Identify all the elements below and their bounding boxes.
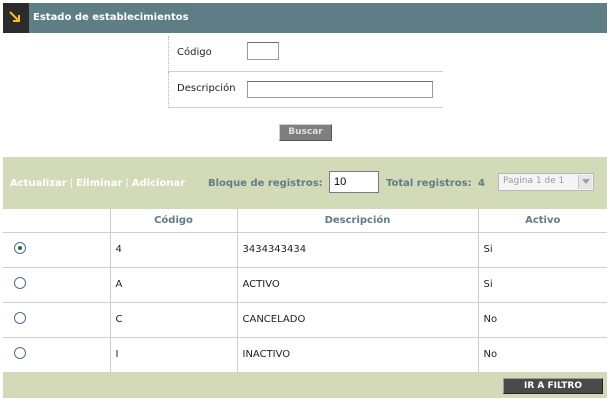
row-radio[interactable] xyxy=(14,312,26,324)
ir-a-filtro-button[interactable]: IR A FILTRO xyxy=(503,378,603,394)
row-select-cell xyxy=(3,267,111,303)
codigo-cell: I xyxy=(110,337,238,373)
descripcion-cell: ACTIVO xyxy=(237,267,479,303)
table-footer: IR A FILTRO xyxy=(3,372,607,398)
eliminar-link[interactable]: Eliminar xyxy=(76,178,122,189)
activo-cell: Si xyxy=(478,232,607,268)
activo-cell: Si xyxy=(478,267,607,303)
table-row[interactable]: A ACTIVO Si xyxy=(3,267,607,303)
pagina-select-value: Pagina 1 de 1 xyxy=(503,176,565,186)
activo-cell: No xyxy=(478,337,607,373)
page-header: Estado de establecimientos xyxy=(3,3,607,33)
bloque-input[interactable] xyxy=(329,171,379,193)
descripcion-cell: INACTIVO xyxy=(237,337,479,373)
table-row[interactable]: C CANCELADO No xyxy=(3,302,607,338)
descripcion-cell: CANCELADO xyxy=(237,302,479,338)
row-select-cell xyxy=(3,337,111,373)
descripcion-column-header: Descripción xyxy=(237,209,479,233)
codigo-cell: 4 xyxy=(110,232,238,268)
bloque-label: Bloque de registros: xyxy=(208,178,323,189)
codigo-cell: A xyxy=(110,267,238,303)
table-header-row: Código Descripción Activo xyxy=(3,209,607,233)
row-radio[interactable] xyxy=(14,242,26,254)
chevron-down-icon[interactable] xyxy=(578,175,592,189)
codigo-column-header: Código xyxy=(110,209,238,233)
activo-column-header: Activo xyxy=(478,209,607,233)
total-label: Total registros: xyxy=(386,178,472,189)
total-value: 4 xyxy=(478,178,485,189)
page-title: Estado de establecimientos xyxy=(33,12,189,23)
separator: | xyxy=(125,178,129,189)
descripcion-label: Descripción xyxy=(177,83,236,94)
filter-form: Código Descripción xyxy=(168,36,443,108)
records-toolbar: Actualizar | Eliminar | Adicionar Bloque de … xyxy=(3,157,607,209)
pagina-select[interactable]: Pagina 1 de 1 xyxy=(498,173,594,191)
table-row[interactable]: I INACTIVO No xyxy=(3,337,607,373)
activo-cell: No xyxy=(478,302,607,338)
toolbar-actions: Actualizar | Eliminar | Adicionar xyxy=(10,178,185,189)
select-column-header xyxy=(3,209,111,233)
descripcion-cell: 3434343434 xyxy=(237,232,479,268)
codigo-row: Código xyxy=(168,36,443,72)
descripcion-row: Descripción xyxy=(168,72,443,108)
records-table: Código Descripción Activo 4 3434343434 S… xyxy=(3,209,607,373)
arrow-down-right-icon xyxy=(3,3,29,33)
actualizar-link[interactable]: Actualizar xyxy=(10,178,67,189)
buscar-button[interactable]: Buscar xyxy=(279,124,332,141)
row-select-cell xyxy=(3,232,111,268)
row-radio[interactable] xyxy=(14,347,26,359)
codigo-label: Código xyxy=(177,47,212,58)
codigo-cell: C xyxy=(110,302,238,338)
row-select-cell xyxy=(3,302,111,338)
descripcion-input[interactable] xyxy=(247,81,433,98)
separator: | xyxy=(69,178,74,189)
codigo-input[interactable] xyxy=(247,42,279,60)
adicionar-link[interactable]: Adicionar xyxy=(132,178,185,189)
table-row[interactable]: 4 3434343434 Si xyxy=(3,232,607,268)
row-radio[interactable] xyxy=(14,277,26,289)
